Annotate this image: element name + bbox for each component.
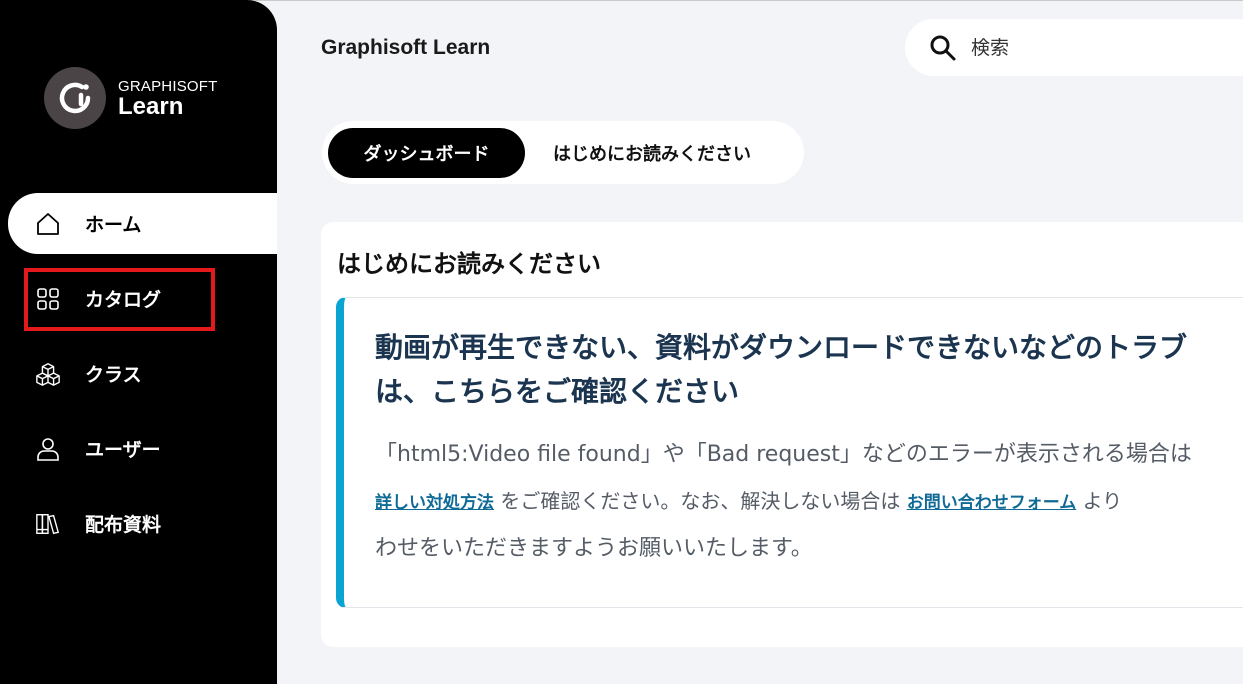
search-input[interactable] <box>971 36 1171 59</box>
notice-text: より <box>1082 489 1123 513</box>
user-icon <box>35 436 61 462</box>
notice-body-line: わせをいただきますようお願いいたします。 <box>375 536 813 561</box>
sidebar-item-home[interactable]: ホーム <box>8 193 277 254</box>
highlight-annotation <box>24 268 215 331</box>
notice-body: 「html5:Video file found」や「Bad request」など… <box>375 432 1243 572</box>
home-icon <box>35 211 61 237</box>
cubes-icon <box>35 361 61 387</box>
search-icon <box>930 35 956 60</box>
books-icon <box>35 511 61 537</box>
sidebar-item-handouts[interactable]: 配布資料 <box>8 493 277 554</box>
brand-name-top: GRAPHISOFT <box>118 77 218 95</box>
graphisoft-logo-icon <box>44 67 106 129</box>
troubleshooting-link[interactable]: 詳しい対処方法 <box>375 493 494 513</box>
notice-title-line: 動画が再生できない、資料がダウンロードできないなどのトラブ <box>375 331 1188 364</box>
tab-dashboard[interactable]: ダッシュボード <box>328 127 525 178</box>
brand-logo[interactable]: GRAPHISOFT Learn <box>44 67 218 129</box>
notice-body-line: 「html5:Video file found」や「Bad request」など… <box>375 442 1192 467</box>
notice-title: 動画が再生できない、資料がダウンロードできないなどのトラブ は、こちらをご確認く… <box>375 326 1243 414</box>
notice-body-line: 詳しい対処方法 をご確認ください。なお、解決しない場合は お問い合わせフォーム … <box>375 478 1243 526</box>
notice-box: 動画が再生できない、資料がダウンロードできないなどのトラブ は、こちらをご確認く… <box>336 297 1243 608</box>
tab-bar: ダッシュボード はじめにお読みください <box>322 121 804 184</box>
brand-name-bottom: Learn <box>118 92 184 120</box>
sidebar-item-users[interactable]: ユーザー <box>8 418 277 479</box>
card-heading: はじめにお読みください <box>337 250 601 278</box>
notice-text: をご確認ください。なお、解決しない場合は <box>500 489 901 513</box>
tab-read-first[interactable]: はじめにお読みください <box>553 128 751 178</box>
sidebar-item-label: ホーム <box>85 214 142 236</box>
sidebar-item-label: クラス <box>85 364 142 386</box>
sidebar: GRAPHISOFT Learn ホーム カタログ クラス ユーザー 配布資料 <box>0 0 277 684</box>
sidebar-item-label: ユーザー <box>85 439 161 461</box>
notice-title-line: は、こちらをご確認ください <box>375 375 740 408</box>
read-first-card: はじめにお読みください 動画が再生できない、資料がダウンロードできないなどのトラ… <box>321 222 1243 647</box>
sidebar-item-class[interactable]: クラス <box>8 343 277 404</box>
contact-form-link[interactable]: お問い合わせフォーム <box>907 493 1077 513</box>
page-title: Graphisoft Learn <box>321 36 491 59</box>
sidebar-item-label: 配布資料 <box>85 514 162 536</box>
search-bar[interactable] <box>905 19 1243 76</box>
